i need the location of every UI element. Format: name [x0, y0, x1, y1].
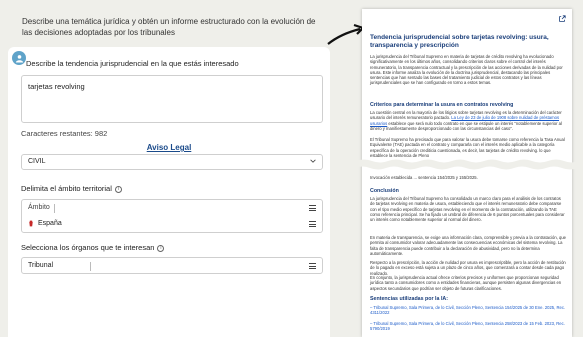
external-link-icon[interactable] — [558, 15, 566, 23]
reference-link[interactable]: Tribunal Supremo, Sala Primera, de lo Ci… — [370, 305, 565, 315]
trash-icon[interactable] — [28, 220, 34, 227]
report-text: establece que será nulo todo contrato en… — [370, 120, 562, 131]
reference-link[interactable]: Tribunal Supremo, Sala Primera, de lo Ci… — [370, 321, 565, 331]
jurisdiction-value: CIVIL — [28, 158, 46, 165]
report-paragraph: El Tribunal Supremo ha precisado que par… — [370, 137, 566, 158]
courts-field[interactable]: Tribunal — [21, 257, 323, 274]
territory-scope: Ámbito — [28, 204, 50, 211]
topic-value: tarjetas revolving — [28, 82, 85, 91]
report-title: Tendencia jurisprudencial sobre tarjetas… — [370, 34, 549, 49]
chars-remaining: Caracteres restantes: 982 — [21, 129, 108, 138]
territory-value: España — [38, 220, 62, 227]
report-paragraph: En conjunto, la jurisprudencia actual of… — [370, 275, 562, 291]
menu-icon[interactable] — [309, 205, 316, 211]
report-heading: Conclusión — [370, 188, 399, 194]
intro-text: Describe una temática jurídica y obtén u… — [22, 17, 316, 37]
divider — [54, 204, 55, 213]
topic-label: * Describe la tendencia jurisprudencial … — [21, 59, 239, 68]
topic-label-text: Describe la tendencia jurisprudencial en… — [26, 59, 239, 68]
territory-field[interactable]: Ámbito España — [21, 199, 323, 233]
report-panel: Tendencia jurisprudencial sobre tarjetas… — [362, 9, 572, 337]
menu-icon[interactable] — [309, 221, 316, 227]
report-paragraph: La jurisprudencia del Tribunal Supremo e… — [370, 54, 563, 86]
courts-label: Selecciona los órganos que te interesan i — [21, 243, 165, 252]
courts-label-text: Selecciona los órganos que te interesan — [21, 243, 155, 252]
report-paragraph: Invocación establecida ... sentencia 154… — [370, 175, 478, 180]
report-heading: Criterios para determinar la usura en co… — [370, 102, 514, 108]
arrow-icon — [327, 23, 366, 45]
info-icon[interactable]: i — [157, 244, 165, 252]
report-heading: Sentencias utilizadas por la IA: — [370, 296, 449, 302]
info-icon[interactable]: i — [114, 185, 122, 193]
user-avatar — [12, 51, 26, 65]
user-icon — [15, 54, 23, 63]
legal-notice-link[interactable]: Aviso Legal — [8, 143, 330, 152]
territory-item: España — [28, 220, 62, 227]
divider — [90, 262, 91, 271]
territory-label: Delimita el ámbito territorial i — [21, 184, 122, 193]
report-paragraph: Respecto a la prescripción, la acción de… — [370, 260, 566, 276]
report-paragraph: La cuestión central en la mayoría de los… — [370, 110, 566, 131]
query-form: * Describe la tendencia jurisprudencial … — [8, 47, 330, 337]
report-paragraph: En materia de transparencia, se exige un… — [370, 235, 566, 256]
territory-label-text: Delimita el ámbito territorial — [21, 184, 112, 193]
topic-textarea[interactable]: tarjetas revolving — [21, 75, 323, 123]
jurisdiction-select[interactable]: CIVIL — [21, 154, 323, 170]
report-text: El Tribunal Supremo ha precisado que par… — [370, 137, 565, 153]
torn-edge — [356, 159, 578, 170]
reference-item[interactable]: – Tribunal Supremo, Sala Primera, de lo … — [370, 305, 566, 316]
report-paragraph: La jurisprudencia del Tribunal Supremo h… — [370, 196, 565, 223]
menu-icon[interactable] — [309, 263, 316, 269]
reference-item[interactable]: – Tribunal Supremo, Sala Primera, de lo … — [370, 321, 566, 332]
courts-value: Tribunal — [28, 262, 54, 269]
chevron-down-icon — [310, 159, 316, 163]
